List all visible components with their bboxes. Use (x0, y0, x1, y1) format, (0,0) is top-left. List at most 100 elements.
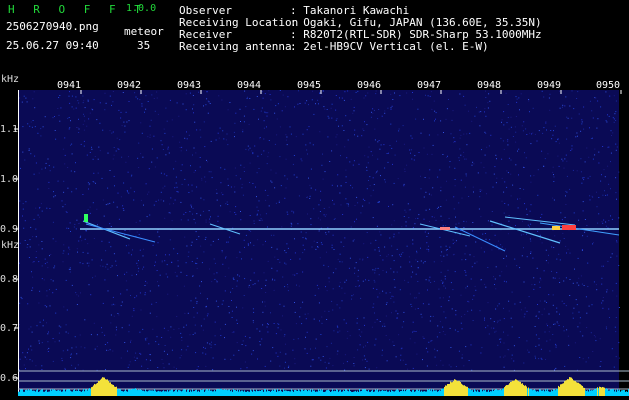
noise-pixel (186, 131, 187, 133)
noise-pixel (89, 152, 91, 153)
activity-bar (370, 391, 371, 396)
noise-pixel (280, 185, 282, 187)
noise-pixel (398, 334, 400, 336)
noise-pixel (443, 311, 445, 313)
noise-pixel (549, 350, 551, 352)
noise-pixel (171, 349, 173, 351)
noise-pixel (372, 269, 374, 271)
noise-pixel (495, 266, 497, 268)
noise-pixel (185, 262, 187, 264)
noise-pixel (404, 168, 406, 170)
noise-pixel (203, 346, 204, 348)
noise-pixel (393, 220, 395, 222)
noise-pixel (92, 181, 94, 182)
noise-pixel (358, 163, 360, 165)
noise-pixel (107, 268, 109, 270)
noise-pixel (517, 207, 519, 209)
activity-bar (342, 391, 343, 396)
noise-pixel (425, 191, 427, 193)
noise-pixel (546, 323, 548, 325)
noise-pixel (206, 305, 207, 307)
noise-pixel (76, 304, 78, 305)
noise-pixel (386, 302, 388, 304)
noise-pixel (158, 285, 160, 287)
noise-pixel (613, 95, 615, 97)
noise-pixel (38, 340, 40, 342)
activity-bar (254, 390, 255, 396)
activity-bar (492, 389, 493, 396)
noise-pixel (565, 154, 567, 156)
noise-pixel (241, 187, 243, 189)
noise-pixel (601, 174, 602, 176)
noise-pixel (318, 302, 320, 304)
activity-bar (87, 390, 88, 396)
noise-pixel (98, 146, 100, 148)
noise-pixel (39, 216, 40, 218)
noise-pixel (539, 300, 541, 302)
noise-pixel (387, 254, 389, 256)
noise-pixel (318, 204, 320, 206)
noise-pixel (221, 192, 223, 194)
noise-pixel (330, 342, 332, 344)
activity-bar (257, 391, 258, 396)
noise-pixel (258, 219, 260, 221)
noise-pixel (82, 95, 84, 97)
noise-pixel (137, 157, 139, 159)
noise-pixel (196, 213, 198, 215)
noise-pixel (41, 369, 43, 370)
activity-bar (151, 390, 152, 396)
activity-bar (20, 389, 21, 396)
noise-pixel (510, 195, 512, 197)
activity-bar (521, 383, 522, 396)
noise-pixel (589, 199, 591, 201)
noise-pixel (94, 156, 96, 157)
noise-pixel (307, 213, 308, 215)
noise-pixel (142, 328, 144, 330)
noise-pixel (351, 298, 352, 300)
x-tick-0944: 0944 (237, 80, 262, 91)
noise-pixel (381, 354, 383, 356)
noise-pixel (19, 242, 21, 244)
noise-pixel (387, 107, 389, 109)
noise-pixel (268, 205, 270, 207)
noise-pixel (614, 326, 616, 328)
activity-bar (212, 391, 213, 396)
noise-pixel (412, 367, 414, 369)
noise-pixel (137, 270, 139, 272)
noise-pixel (79, 334, 81, 336)
noise-pixel (604, 176, 606, 178)
noise-pixel (95, 182, 96, 184)
noise-pixel (48, 165, 50, 167)
noise-pixel (226, 241, 228, 243)
noise-pixel (256, 206, 258, 208)
noise-pixel (77, 223, 79, 225)
noise-pixel (229, 211, 231, 213)
noise-pixel (338, 125, 339, 127)
noise-pixel (325, 232, 327, 234)
noise-pixel (384, 179, 386, 181)
noise-pixel (259, 344, 261, 346)
activity-bar (219, 389, 220, 396)
activity-bar (619, 389, 620, 396)
noise-pixel (353, 110, 355, 112)
activity-bar (276, 391, 277, 396)
noise-pixel (164, 345, 166, 346)
noise-pixel (500, 229, 502, 231)
noise-pixel (507, 233, 509, 235)
noise-pixel (246, 96, 248, 98)
noise-pixel (558, 325, 560, 326)
activity-bar (62, 391, 63, 396)
noise-pixel (553, 199, 555, 201)
noise-pixel (328, 206, 330, 208)
noise-pixel (547, 153, 549, 155)
noise-pixel (363, 317, 365, 319)
noise-pixel (217, 220, 219, 222)
activity-bar (266, 391, 267, 396)
noise-pixel (160, 191, 162, 193)
noise-pixel (273, 234, 275, 236)
noise-pixel (113, 154, 115, 156)
noise-pixel (565, 305, 567, 307)
noise-pixel (354, 221, 355, 223)
noise-pixel (324, 215, 326, 217)
noise-pixel (131, 174, 133, 176)
